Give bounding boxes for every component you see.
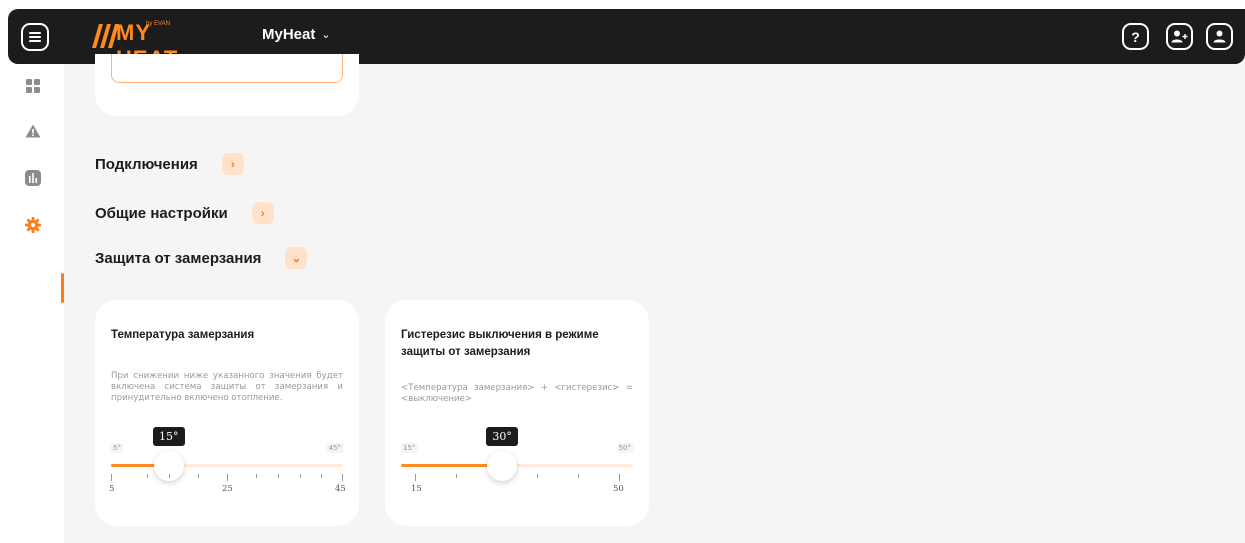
sidebar (0, 64, 64, 543)
menu-icon[interactable] (21, 23, 49, 51)
section-freeze-protection[interactable]: Защита от замерзания ⌄ (95, 247, 308, 269)
slider-tick (147, 474, 148, 478)
sidebar-item-statistics[interactable] (25, 170, 41, 186)
previous-settings-card (95, 54, 359, 116)
slider-thumb[interactable] (487, 451, 518, 481)
card-title: Гистерезис выключения в режиме защиты от… (401, 329, 599, 358)
slider-tick (321, 474, 322, 478)
user-icon (1213, 30, 1226, 43)
section-general-settings[interactable]: Общие настройки › (95, 202, 274, 224)
slider-track[interactable] (111, 464, 343, 467)
slider-value-tooltip: 15° (153, 427, 185, 446)
previous-settings-input[interactable] (111, 54, 343, 83)
myheat-logo[interactable]: MY HEAT by EVAN (90, 18, 200, 71)
slider-tick (227, 474, 228, 481)
dashboard-icon (26, 79, 40, 93)
warning-icon (25, 124, 41, 138)
hysteresis-card: Гистерезис выключения в режиме защиты от… (385, 300, 649, 526)
freeze-temperature-card: Температура замерзания При снижении ниже… (95, 300, 359, 526)
slider-max-label: 45° (326, 443, 343, 453)
chevron-down-icon: ⌄ (321, 29, 331, 41)
slider-tick (169, 474, 170, 478)
chevron-down-icon[interactable]: ⌄ (285, 247, 308, 269)
slider-tick-label: 50 (613, 484, 624, 494)
slider-max-label: 50° (616, 443, 633, 453)
add-user-icon (1171, 30, 1188, 43)
slider-tick-label: 5 (109, 484, 115, 494)
profile-button[interactable] (1206, 23, 1233, 50)
card-description: При снижении ниже указанного значения бу… (111, 371, 343, 403)
slider-tick-label: 15 (411, 484, 422, 494)
card-description: <Температура замерзания> + <гистерезис> … (401, 383, 633, 404)
gear-icon (25, 217, 41, 233)
logo-subtext: by EVAN (146, 21, 170, 27)
slider-min-label: 5° (111, 443, 123, 453)
help-button[interactable]: ? (1122, 23, 1149, 50)
slider-tick (456, 474, 457, 478)
slider-tick-label: 25 (222, 484, 233, 494)
slider-tick (198, 474, 199, 478)
question-icon: ? (1131, 28, 1140, 45)
slider-tick (578, 474, 579, 478)
main-content: Подключения › Общие настройки › Защита о… (64, 54, 1245, 543)
slider-value-tooltip: 30° (486, 427, 518, 446)
slider-tick (111, 474, 112, 481)
slider-tick (342, 474, 343, 481)
add-user-button[interactable] (1166, 23, 1193, 50)
device-name: MyHeat (262, 26, 316, 43)
chevron-right-icon[interactable]: › (251, 202, 274, 224)
section-connections[interactable]: Подключения › (95, 153, 244, 175)
sidebar-item-alerts[interactable] (25, 123, 41, 139)
slider-tick-label: 45 (335, 484, 346, 494)
slider-tick (278, 474, 279, 478)
card-title: Температура замерзания (111, 329, 255, 341)
device-selector[interactable]: MyHeat ⌄ (262, 26, 331, 43)
slider-tick (537, 474, 538, 478)
section-title: Защита от замерзания (95, 249, 262, 267)
section-title: Общие настройки (95, 204, 228, 222)
slider-tick (256, 474, 257, 478)
section-title: Подключения (95, 155, 198, 173)
sidebar-item-settings[interactable] (25, 217, 41, 233)
slider-tick (415, 474, 416, 481)
chart-icon (25, 170, 41, 186)
slider-tick (619, 474, 620, 481)
sidebar-item-dashboard[interactable] (25, 78, 41, 94)
slider-min-label: 15° (401, 443, 418, 453)
chevron-right-icon[interactable]: › (221, 153, 244, 175)
slider-tick (300, 474, 301, 478)
